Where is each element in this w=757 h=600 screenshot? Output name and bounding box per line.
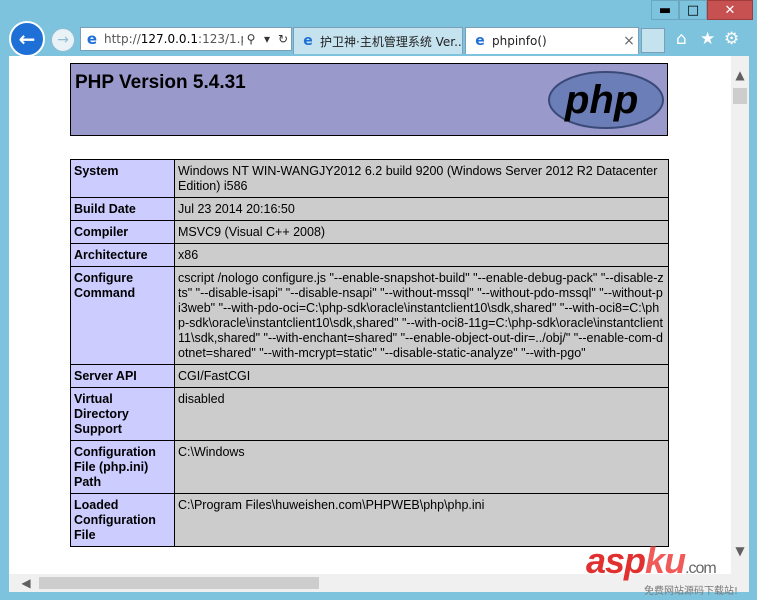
info-value: x86 [174,243,669,267]
scroll-up-icon[interactable]: ▲ [731,66,749,84]
info-key: Compiler [70,220,175,244]
favorites-star-icon[interactable]: ★ [700,29,715,49]
info-value: MSVC9 (Visual C++ 2008) [174,220,669,244]
refresh-icon[interactable]: ↻ [275,32,291,46]
tab-phpinfo[interactable]: e phpinfo() × [465,27,639,54]
hscroll-thumb[interactable] [39,577,319,589]
info-value: Windows NT WIN-WANGJY2012 6.2 build 9200… [174,159,669,198]
info-key: System [70,159,175,198]
back-arrow-icon: ← [18,27,36,51]
info-row: Build Date Jul 23 2014 20:16:50 [70,197,669,221]
info-value: cscript /nologo configure.js "--enable-s… [174,266,669,365]
page-title: PHP Version 5.4.31 [75,72,246,93]
scroll-left-icon[interactable]: ◀ [19,574,33,592]
info-row: Server API CGI/FastCGI [70,364,669,388]
window-controls: ▬ □ ✕ [651,0,753,22]
info-row: Configure Command cscript /nologo configu… [70,266,669,365]
info-key: Architecture [70,243,175,267]
horizontal-scrollbar[interactable]: ◀ [9,574,731,592]
forward-arrow-icon: → [57,32,69,48]
url-scheme: http:// [104,32,141,46]
tab-label: 护卫神·主机管理系统 Ver... [320,34,462,49]
tab-huweishen[interactable]: e 护卫神·主机管理系统 Ver... [293,27,463,54]
url-host: 127.0.0.1 [140,32,199,46]
php-header: PHP Version 5.4.31 php [70,63,668,136]
ie-logo-icon: e [475,33,485,49]
address-url[interactable]: http://127.0.0.1:123/1.p [104,32,243,46]
php-logo[interactable]: php [547,70,665,130]
info-value: disabled [174,387,669,441]
info-row: Configuration File (php.ini) Path C:\Wind… [70,440,669,494]
minimize-button[interactable]: ▬ [651,0,679,20]
info-row: Compiler MSVC9 (Visual C++ 2008) [70,220,669,244]
home-icon[interactable]: ⌂ [676,29,687,49]
info-row: Virtual Directory Support disabled [70,387,669,441]
settings-gear-icon[interactable]: ⚙ [724,29,739,49]
vertical-scrollbar[interactable]: ▲ ▼ [731,56,749,574]
info-key: Loaded Configuration File [70,493,175,547]
info-key: Virtual Directory Support [70,387,175,441]
title-bar: ▬ □ ✕ ← → e http://127.0.0.1:123/1.p ⚲ ▾… [0,0,757,57]
new-tab-button[interactable] [641,28,665,53]
tab-label: phpinfo() [492,34,547,48]
info-row: System Windows NT WIN-WANGJY2012 6.2 buil… [70,159,669,198]
maximize-button[interactable]: □ [679,0,707,20]
info-value: CGI/FastCGI [174,364,669,388]
dropdown-icon[interactable]: ▾ [259,32,275,46]
scroll-down-icon[interactable]: ▼ [731,542,749,560]
browser-bottom-frame [0,592,757,600]
page-viewport: PHP Version 5.4.31 php System Windows NT … [9,56,731,574]
info-value: Jul 23 2014 20:16:50 [174,197,669,221]
scroll-thumb[interactable] [733,88,747,104]
info-table: System Windows NT WIN-WANGJY2012 6.2 buil… [70,159,669,547]
ie-logo-icon: e [303,33,313,49]
info-value: C:\Windows [174,440,669,494]
scrollbar-corner [731,574,749,592]
close-button[interactable]: ✕ [707,0,753,20]
info-key: Configuration File (php.ini) Path [70,440,175,494]
info-key: Build Date [70,197,175,221]
ie-logo-icon: e [86,30,98,48]
info-row: Architecture x86 [70,243,669,267]
url-rest: :123/1.p [198,32,243,46]
address-bar[interactable]: e http://127.0.0.1:123/1.p ⚲ ▾ ↻ [80,27,292,51]
back-button[interactable]: ← [9,21,45,57]
search-icon[interactable]: ⚲ [243,32,259,46]
close-tab-icon[interactable]: × [620,33,638,49]
info-row: Loaded Configuration File C:\Program File… [70,493,669,547]
forward-button[interactable]: → [51,28,75,52]
php-logo-text: php [564,78,638,122]
info-key: Configure Command [70,266,175,365]
info-key: Server API [70,364,175,388]
info-value: C:\Program Files\huweishen.com\PHPWEB\ph… [174,493,669,547]
